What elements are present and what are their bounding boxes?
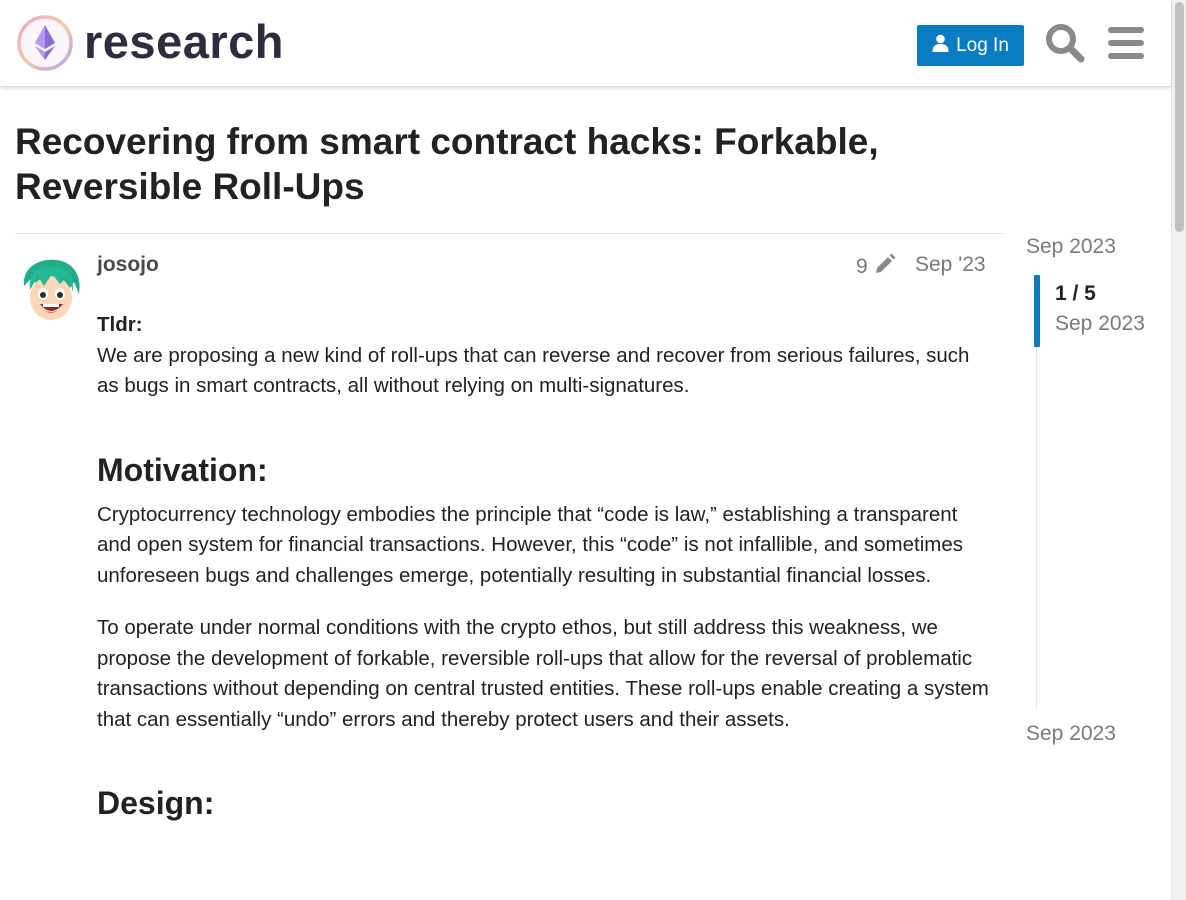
topic-title[interactable]: Recovering from smart contract hacks: Fo… xyxy=(15,119,975,209)
search-icon[interactable] xyxy=(1044,22,1086,64)
site-header: research Log In xyxy=(0,0,1171,87)
motivation-paragraph-1: Cryptocurrency technology embodies the p… xyxy=(97,502,963,587)
site-name[interactable]: research xyxy=(84,14,284,70)
scrollbar-thumb[interactable] xyxy=(1175,2,1184,232)
timeline-start-date[interactable]: Sep 2023 xyxy=(1026,235,1116,259)
user-icon xyxy=(932,34,949,58)
login-button[interactable]: Log In xyxy=(917,25,1024,66)
motivation-heading: Motivation: xyxy=(97,451,268,488)
timeline-position-date: Sep 2023 xyxy=(1055,312,1145,335)
edit-count: 9 xyxy=(856,255,868,278)
motivation-paragraph-2: To operate under normal conditions with … xyxy=(97,616,989,731)
tldr-label: Tldr: xyxy=(97,313,143,336)
timeline-handle[interactable] xyxy=(1034,275,1040,347)
title-divider xyxy=(15,233,1004,234)
post-body: Tldr: We are proposing a new kind of rol… xyxy=(97,310,989,823)
ethereum-logo[interactable] xyxy=(16,14,74,72)
page-scrollbar[interactable] xyxy=(1171,0,1186,900)
pencil-icon xyxy=(874,253,896,281)
tldr-text: We are proposing a new kind of roll-ups … xyxy=(97,343,970,398)
post-author[interactable]: josojo xyxy=(97,253,159,277)
hamburger-menu-icon[interactable] xyxy=(1108,26,1144,60)
design-heading: Design: xyxy=(97,785,215,821)
login-label: Log In xyxy=(956,34,1009,56)
edit-history-button[interactable]: 9 xyxy=(856,253,896,281)
avatar[interactable] xyxy=(16,256,85,325)
timeline-position: 1 / 5 xyxy=(1055,282,1096,305)
timeline-end-date[interactable]: Sep 2023 xyxy=(1026,722,1116,746)
post-date[interactable]: Sep '23 xyxy=(915,253,986,277)
